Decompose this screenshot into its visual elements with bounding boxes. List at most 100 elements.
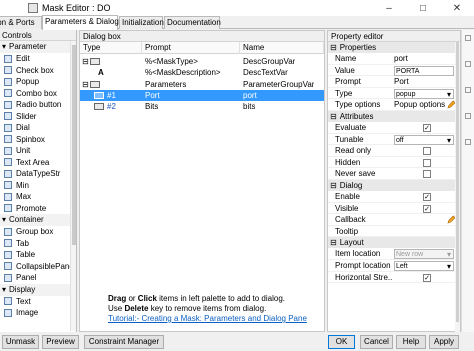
collapse-icon: ⊟ <box>330 111 337 121</box>
palette-item-groupbox[interactable]: Group box <box>0 226 76 238</box>
close-icon[interactable]: ✕ <box>440 0 474 16</box>
collapse-icon: ⊟ <box>330 238 337 248</box>
tutorial-link[interactable]: Tutorial:- Creating a Mask: Parameters a… <box>108 314 322 324</box>
hidden-checkbox[interactable] <box>423 158 431 167</box>
visible-checkbox[interactable]: ✓ <box>423 204 431 213</box>
tab-initialization[interactable]: Initialization <box>119 16 164 29</box>
prop-row-prompt: Prompt Port <box>328 76 460 88</box>
tunable-dropdown[interactable]: off <box>394 134 454 145</box>
palette-scrollbar[interactable] <box>70 41 76 331</box>
read-only-checkbox[interactable] <box>423 147 431 156</box>
palette-item-radio[interactable]: Radio button <box>0 99 76 111</box>
image-icon <box>4 308 12 317</box>
prop-row-visible: Visible ✓ <box>328 203 460 215</box>
apply-button[interactable]: Apply <box>429 335 459 349</box>
expand-icon: ⊟ <box>82 80 89 89</box>
toolbar-button-icon[interactable] <box>465 61 471 67</box>
palette-item-min[interactable]: Min <box>0 180 76 192</box>
group-dialog[interactable]: ⊟ Dialog <box>328 179 460 191</box>
name-value[interactable]: port <box>394 53 460 65</box>
palette-item-promote[interactable]: Promote <box>0 203 76 215</box>
groupbox-icon <box>4 227 12 236</box>
prompt-value[interactable]: Port <box>394 76 460 88</box>
palette-item-combobox[interactable]: Combo box <box>0 88 76 100</box>
scrollbar-thumb[interactable] <box>456 42 459 322</box>
col-name[interactable]: Name <box>240 42 324 54</box>
palette-item-tab[interactable]: Tab <box>0 238 76 250</box>
palette-section-container[interactable]: ▾ Container <box>0 214 76 226</box>
never-save-checkbox[interactable] <box>423 170 431 179</box>
combobox-icon <box>4 89 12 98</box>
tab-icon-ports[interactable]: Icon & Ports <box>0 16 42 29</box>
palette-section-display[interactable]: ▾ Display <box>0 283 76 296</box>
palette-item-dial[interactable]: Dial <box>0 122 76 134</box>
col-type[interactable]: Type <box>80 42 142 54</box>
palette-item-collapsiblepanel[interactable]: CollapsiblePane <box>0 261 76 273</box>
palette-item-datatypestr[interactable]: DataTypeStr <box>0 168 76 180</box>
palette-item-table[interactable]: Table <box>0 249 76 261</box>
property-scrollbar[interactable] <box>455 42 460 332</box>
ok-button[interactable]: OK <box>328 335 355 349</box>
tab-documentation[interactable]: Documentation <box>164 16 221 29</box>
property-editor-header: Property editor <box>328 31 460 42</box>
footer-bar: Unmask Preview Constraint Manager OK Can… <box>0 333 474 351</box>
maximize-icon[interactable]: □ <box>406 0 440 16</box>
palette-item-edit[interactable]: Edit <box>0 53 76 65</box>
tree-row[interactable]: ⊟ %<MaskType> DescGroupVar <box>80 56 324 67</box>
prop-row-read-only: Read only <box>328 145 460 157</box>
prop-row-type: Type popup <box>328 88 460 100</box>
palette-item-text[interactable]: Text <box>0 296 76 308</box>
tree-row[interactable]: #2 Bits bits <box>80 101 324 112</box>
title-bar: Mask Editor : DO – □ ✕ <box>0 0 474 16</box>
prop-row-tooltip: Tooltip <box>328 226 460 238</box>
palette-section-parameter[interactable]: ▾ Parameter <box>0 41 76 53</box>
constraint-manager-button[interactable]: Constraint Manager <box>84 335 164 349</box>
horizontal-stretch-checkbox[interactable]: ✓ <box>423 273 431 282</box>
palette-item-image[interactable]: Image <box>0 307 76 319</box>
tree-row[interactable]: ⊟ Parameters ParameterGroupVar <box>80 79 324 90</box>
expand-icon: ⊟ <box>82 57 89 66</box>
type-dropdown[interactable]: popup <box>394 88 454 99</box>
palette-item-spinbox[interactable]: Spinbox <box>0 134 76 146</box>
enable-checkbox[interactable]: ✓ <box>423 192 431 201</box>
toolbar-button-icon[interactable] <box>465 113 471 119</box>
group-layout[interactable]: ⊟ Layout <box>328 237 460 249</box>
prop-row-type-options: Type options Popup options <box>328 99 460 111</box>
palette-item-unit[interactable]: Unit <box>0 145 76 157</box>
slider-icon <box>4 112 12 121</box>
datatype-icon <box>4 169 12 178</box>
tree-row[interactable]: A %<MaskDescription> DescTextVar <box>80 67 324 78</box>
help-button[interactable]: Help <box>396 335 426 349</box>
toolbar-button-icon[interactable] <box>465 139 471 145</box>
collapse-icon: ▾ <box>2 42 7 51</box>
col-prompt[interactable]: Prompt <box>142 42 240 54</box>
spinbox-icon <box>4 135 12 144</box>
tree-row-selected[interactable]: #1 Port port <box>80 90 324 101</box>
group-properties[interactable]: ⊟ Properties <box>328 42 460 53</box>
palette-item-slider[interactable]: Slider <box>0 111 76 123</box>
popup-icon <box>94 92 104 99</box>
tab-parameters-dialog[interactable]: Parameters & Dialog <box>42 15 119 30</box>
toolbar-button-icon[interactable] <box>465 35 471 41</box>
group-attributes[interactable]: ⊟ Attributes <box>328 110 460 122</box>
item-location-dropdown[interactable]: New row <box>394 249 454 260</box>
toolbar-button-icon[interactable] <box>465 87 471 93</box>
value-field[interactable]: PORTA <box>394 65 454 76</box>
scrollbar-thumb[interactable] <box>72 45 76 245</box>
minimize-icon[interactable]: – <box>372 0 406 16</box>
prompt-location-dropdown[interactable]: Left <box>394 260 454 271</box>
cancel-button[interactable]: Cancel <box>360 335 393 349</box>
preview-button[interactable]: Preview <box>42 335 79 349</box>
collapse-icon: ▾ <box>2 215 7 224</box>
palette-item-popup[interactable]: Popup <box>0 76 76 88</box>
palette-item-textarea[interactable]: Text Area <box>0 157 76 169</box>
table-icon <box>4 250 12 259</box>
palette-item-checkbox[interactable]: Check box <box>0 65 76 77</box>
unmask-button[interactable]: Unmask <box>2 335 39 349</box>
controls-palette: Controls ▾ Parameter Edit Check box Popup… <box>0 30 77 332</box>
evaluate-checkbox[interactable]: ✓ <box>423 123 431 132</box>
popup-icon <box>94 103 104 110</box>
prop-row-never-save: Never save <box>328 168 460 180</box>
palette-item-max[interactable]: Max <box>0 191 76 203</box>
palette-item-panel[interactable]: Panel <box>0 272 76 284</box>
